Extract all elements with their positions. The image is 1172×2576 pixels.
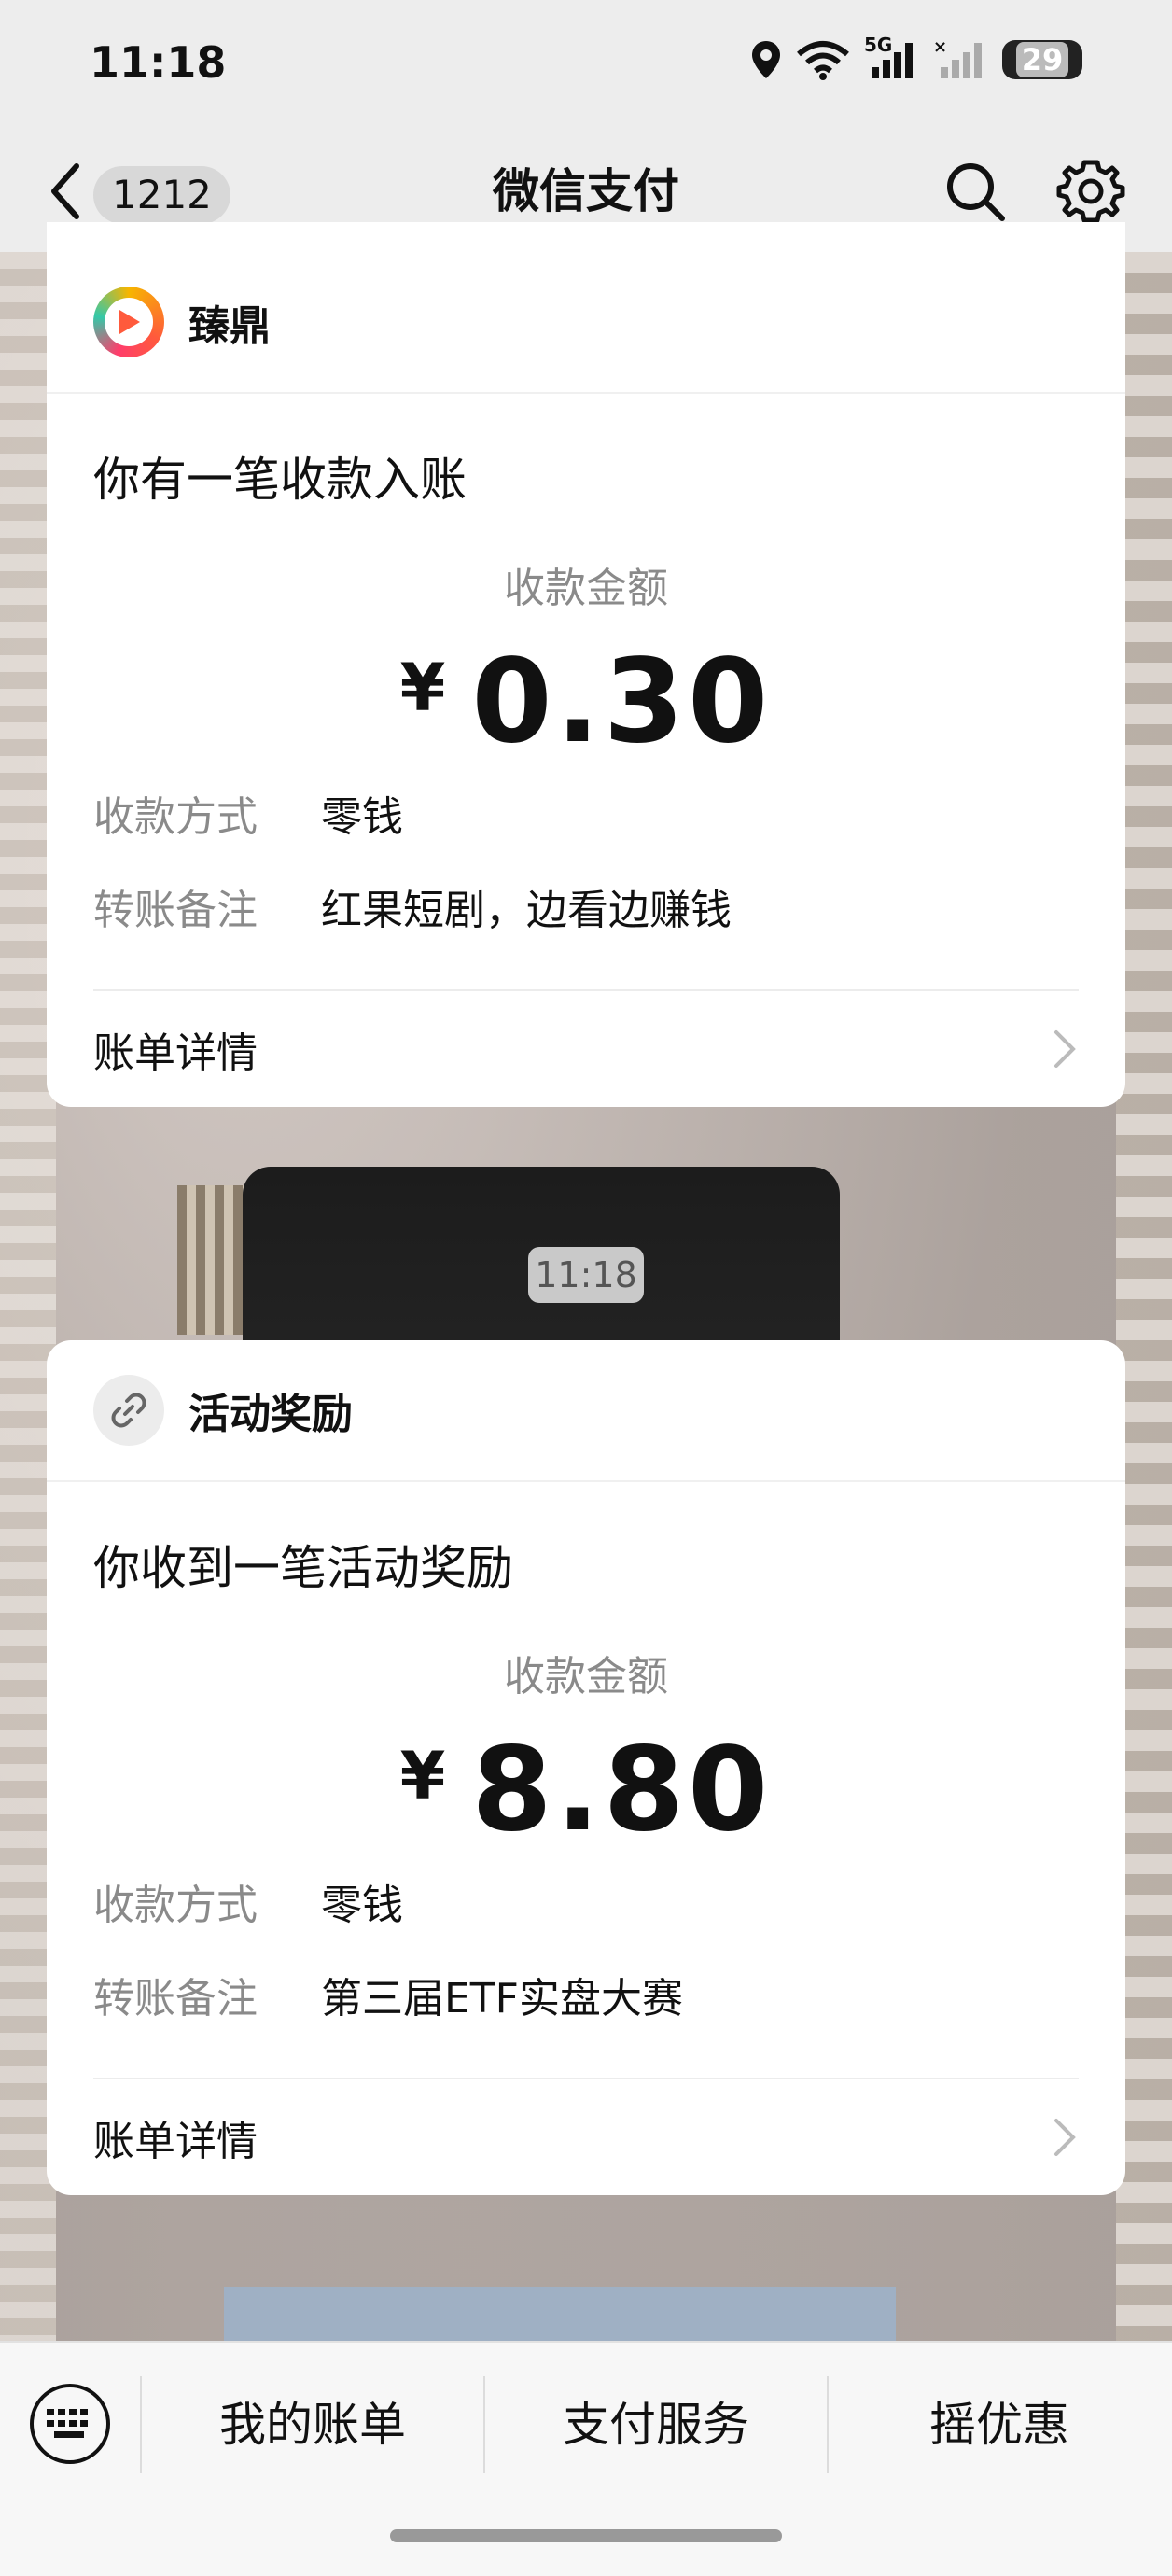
play-logo-icon: [93, 287, 164, 357]
card-header: 活动奖励: [47, 1340, 1125, 1482]
card-header: 臻鼎: [47, 222, 1125, 394]
transfer-note-label: 转账备注: [93, 1975, 258, 2023]
card-source-name: 臻鼎: [188, 302, 271, 350]
chevron-right-icon: [1054, 1030, 1076, 1069]
amount-display: ¥ 0.30: [93, 635, 1079, 769]
currency-symbol: ¥: [399, 650, 446, 726]
amount-value: 8.80: [471, 1723, 773, 1857]
background-shelf: [177, 1185, 252, 1335]
battery-icon: 29: [1002, 40, 1082, 79]
wifi-icon: [797, 41, 849, 80]
reward-card[interactable]: 活动奖励 你收到一笔活动奖励 收款金额 ¥ 8.80 收款方式 零钱 转账备注 …: [47, 1340, 1125, 2196]
background-jeans: [224, 2287, 896, 2343]
bill-detail-label: 账单详情: [93, 1029, 258, 1078]
transfer-note-value: 红果短剧，边看边赚钱: [321, 887, 732, 935]
chevron-right-icon: [1054, 2119, 1076, 2157]
link-icon: [93, 1375, 164, 1446]
bill-detail-link[interactable]: 账单详情: [93, 991, 1079, 1107]
menu-my-bills[interactable]: 我的账单: [142, 2376, 483, 2473]
status-bar: 11:18 5G × 29: [0, 0, 1172, 131]
search-icon[interactable]: [942, 159, 1008, 224]
menu-pay-services[interactable]: 支付服务: [485, 2376, 827, 2473]
svg-text:×: ×: [933, 39, 947, 57]
transfer-note-label: 转账备注: [93, 887, 258, 935]
amount-label: 收款金额: [504, 1653, 668, 1701]
transfer-note-value: 第三届ETF实盘大赛: [321, 1975, 683, 2023]
home-indicator[interactable]: [390, 2529, 782, 2542]
battery-level: 29: [1015, 42, 1069, 77]
transfer-note-row: 转账备注 第三届ETF实盘大赛: [93, 1966, 1079, 2033]
payment-card[interactable]: 臻鼎 你有一笔收款入账 收款金额 ¥ 0.30 收款方式 零钱 转账备注 红果短…: [47, 222, 1125, 1108]
bill-detail-label: 账单详情: [93, 2118, 258, 2166]
payment-method-row: 收款方式 零钱: [93, 784, 1079, 851]
amount-label: 收款金额: [504, 565, 668, 612]
card-body: 你有一笔收款入账 收款金额 ¥ 0.30 收款方式 零钱 转账备注 红果短剧，边…: [47, 442, 1125, 1107]
payment-method-label: 收款方式: [93, 1882, 258, 1930]
message-timestamp: 11:18: [528, 1247, 644, 1303]
cellular-signal-2-icon: ×: [933, 39, 982, 78]
payment-method-value: 零钱: [321, 793, 403, 842]
card-headline: 你有一笔收款入账: [93, 453, 467, 507]
keyboard-toggle-icon[interactable]: [30, 2384, 110, 2464]
card-body: 你收到一笔活动奖励 收款金额 ¥ 8.80 收款方式 零钱 转账备注 第三届ET…: [47, 1531, 1125, 2195]
amount-value: 0.30: [471, 635, 773, 769]
cellular-signal-icon: 5G: [864, 34, 920, 80]
payment-method-label: 收款方式: [93, 793, 258, 842]
payment-method-value: 零钱: [321, 1882, 403, 1930]
status-icons: 5G × 29: [750, 34, 1082, 80]
currency-symbol: ¥: [399, 1738, 446, 1814]
transfer-note-row: 转账备注 红果短剧，边看边赚钱: [93, 877, 1079, 945]
payment-method-row: 收款方式 零钱: [93, 1872, 1079, 1939]
location-icon: [752, 41, 780, 78]
amount-display: ¥ 8.80: [93, 1723, 1079, 1857]
gear-icon[interactable]: [1056, 157, 1125, 226]
status-time: 11:18: [90, 37, 227, 88]
bill-detail-link[interactable]: 账单详情: [93, 2079, 1079, 2195]
menu-shake-offers[interactable]: 摇优惠: [829, 2376, 1170, 2473]
card-source-name: 活动奖励: [188, 1391, 353, 1438]
card-headline: 你收到一笔活动奖励: [93, 1541, 513, 1595]
